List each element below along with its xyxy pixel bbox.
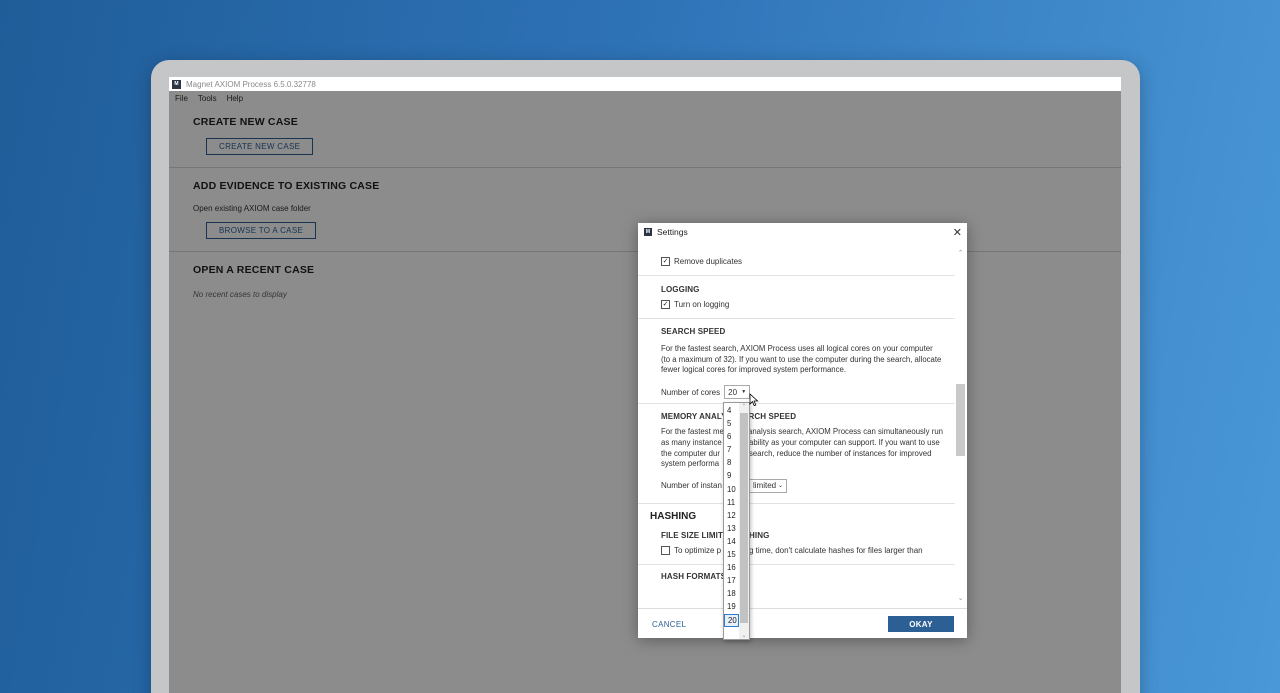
logging-title: LOGGING xyxy=(661,285,700,294)
memory-desc-right: analysis search, AXIOM Process can simul… xyxy=(747,427,943,437)
instances-select[interactable]: limited ⌄ xyxy=(749,478,787,493)
instances-row: Number of instan limited ⌄ xyxy=(661,478,943,493)
memory-desc-right: search, reduce the number of instances f… xyxy=(749,448,932,458)
memory-desc-left: system performa xyxy=(661,459,720,469)
file-size-label: To optimize p xyxy=(674,545,722,555)
dropdown-option[interactable]: 15 xyxy=(724,548,739,561)
file-size-limit-title-tail: HING xyxy=(749,530,770,540)
cores-select[interactable]: 20 ▼ xyxy=(724,385,751,400)
search-speed-description: For the fastest search, AXIOM Process us… xyxy=(661,344,942,375)
dropdown-option[interactable]: 16 xyxy=(724,561,739,574)
dropdown-option[interactable]: 17 xyxy=(724,574,739,587)
dropdown-option[interactable]: 6 xyxy=(724,430,739,443)
memory-analysis-title-tail: RCH SPEED xyxy=(748,412,797,422)
memory-desc-left: For the fastest me xyxy=(661,427,724,437)
dropdown-scrollbar[interactable]: ⌃ ⌄ xyxy=(739,403,749,639)
dropdown-option[interactable]: 9 xyxy=(724,469,739,482)
dialog-titlebar: M Settings xyxy=(638,223,967,241)
cores-row: Number of cores 20 ▼ xyxy=(661,385,943,400)
cores-value: 20 xyxy=(728,387,738,397)
divider xyxy=(638,502,955,504)
file-size-title-row: FILE SIZE LIMIT FO HING xyxy=(661,531,943,540)
dialog-title: Settings xyxy=(657,227,688,237)
memory-title-row: MEMORY ANALY RCH SPEED xyxy=(661,412,943,421)
mouse-pointer-icon xyxy=(749,393,759,407)
cancel-button[interactable]: CANCEL xyxy=(652,620,686,629)
okay-button[interactable]: OKAY xyxy=(888,616,954,632)
memory-analysis-title: MEMORY ANALY xyxy=(661,412,727,422)
scroll-up-icon[interactable]: ⌃ xyxy=(956,249,965,258)
remove-duplicates-row: ✓ Remove duplicates xyxy=(661,257,943,266)
divider xyxy=(638,275,955,276)
dropdown-option[interactable]: 18 xyxy=(724,587,739,600)
dropdown-option[interactable]: 14 xyxy=(724,535,739,548)
dropdown-option[interactable]: 12 xyxy=(724,509,739,522)
instances-value: limited xyxy=(753,481,777,491)
memory-desc-line: the computer dur search, reduce the numb… xyxy=(661,449,943,460)
memory-desc-left: the computer dur xyxy=(661,448,720,458)
file-size-label-tail: g time, don't calculate hashes for files… xyxy=(749,545,923,555)
instances-label: Number of instan xyxy=(661,481,722,491)
dropdown-option[interactable]: 10 xyxy=(724,483,739,496)
cores-dropdown-list[interactable]: 4 5 6 7 8 9 10 11 12 13 14 15 16 17 18 19 20 ⌃ ⌄ xyxy=(723,402,750,640)
dropdown-option[interactable]: 5 xyxy=(724,417,739,430)
dialog-footer: CANCEL OKAY xyxy=(638,608,967,638)
memory-desc-line: For the fastest me analysis search, AXIO… xyxy=(661,427,943,438)
file-size-limit-title: FILE SIZE LIMIT FO xyxy=(661,530,727,540)
memory-desc-right: ability as your computer can support. If… xyxy=(749,437,940,447)
chevron-down-icon: ▼ xyxy=(741,389,747,396)
file-size-checkbox[interactable] xyxy=(661,545,670,555)
app-logo-icon: M xyxy=(172,79,181,89)
dropdown-options: 4 5 6 7 8 9 10 11 12 13 14 15 16 17 18 19 20 xyxy=(724,404,739,627)
logging-label: Turn on logging xyxy=(674,300,730,309)
dropdown-scroll-thumb[interactable] xyxy=(740,413,748,623)
search-speed-title: SEARCH SPEED xyxy=(661,327,726,336)
dropdown-option[interactable]: 7 xyxy=(724,443,739,456)
memory-desc-left: as many instance xyxy=(661,437,722,447)
scroll-down-icon[interactable]: ⌄ xyxy=(956,594,965,603)
settings-dialog: M Settings ✕ ✓ Remove duplicates LOGGING… xyxy=(638,223,967,638)
dropdown-option[interactable]: 8 xyxy=(724,456,739,469)
divider xyxy=(638,563,955,565)
cores-label: Number of cores xyxy=(661,387,721,397)
memory-analysis-description: For the fastest me analysis search, AXIO… xyxy=(661,427,943,470)
settings-scroll-content: ✓ Remove duplicates LOGGING ✓ Turn on lo… xyxy=(638,249,955,607)
file-size-row: To optimize p g time, don't calculate ha… xyxy=(661,545,943,555)
logging-checkbox[interactable]: ✓ xyxy=(661,300,670,309)
hash-formats-title: HASH FORMATS xyxy=(661,571,727,581)
close-icon[interactable]: ✕ xyxy=(953,226,962,239)
dropdown-option[interactable]: 19 xyxy=(724,600,739,613)
memory-desc-line: as many instance ability as your compute… xyxy=(661,438,943,449)
remove-duplicates-label: Remove duplicates xyxy=(674,257,743,266)
remove-duplicates-checkbox[interactable]: ✓ xyxy=(661,257,670,266)
hashing-title: HASHING xyxy=(650,510,697,522)
scroll-thumb[interactable] xyxy=(956,384,965,456)
dialog-scrollbar[interactable]: ⌃ ⌄ xyxy=(956,249,965,603)
window-title: Magnet AXIOM Process 6.5.0.32778 xyxy=(186,79,316,89)
scroll-up-icon[interactable]: ⌃ xyxy=(739,403,749,410)
window-titlebar: M Magnet AXIOM Process 6.5.0.32778 xyxy=(169,77,1121,91)
logging-row: ✓ Turn on logging xyxy=(661,300,943,309)
dropdown-option[interactable]: 4 xyxy=(724,404,739,417)
memory-desc-line: system performa xyxy=(661,459,943,470)
divider xyxy=(638,318,955,319)
divider xyxy=(638,403,955,405)
dropdown-option[interactable]: 11 xyxy=(724,496,739,509)
chevron-down-icon: ⌄ xyxy=(777,483,783,490)
dialog-logo-icon: M xyxy=(644,228,652,236)
dropdown-option[interactable]: 13 xyxy=(724,522,739,535)
dropdown-option[interactable]: 20 xyxy=(724,613,739,627)
scroll-down-icon[interactable]: ⌄ xyxy=(739,632,749,639)
